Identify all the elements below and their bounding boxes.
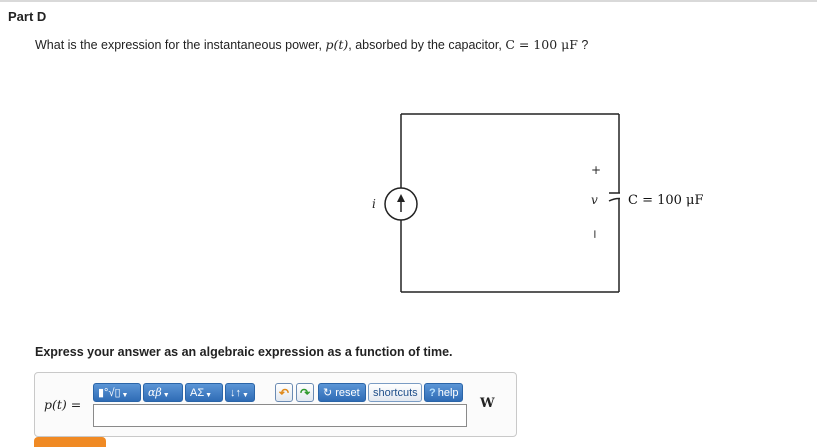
question-capacitance: C = 100 μF: [505, 37, 578, 52]
reset-label: reset: [335, 386, 360, 399]
unit-label: W: [480, 396, 495, 411]
answer-instruction: Express your answer as an algebraic expr…: [35, 345, 453, 359]
undo-button[interactable]: ↶: [275, 383, 293, 402]
greek-letters-button[interactable]: αβ ▼: [143, 383, 183, 402]
shortcuts-label: shortcuts: [373, 386, 418, 399]
answer-input[interactable]: [93, 404, 467, 427]
question-prefix: What is the expression for the instantan…: [35, 38, 322, 52]
help-button[interactable]: ? help: [424, 383, 463, 402]
voltage-label: v: [591, 193, 598, 207]
chevron-down-icon: ▼: [162, 392, 170, 399]
voltage-plus: +: [591, 163, 601, 177]
voltage-minus: −: [588, 229, 602, 239]
help-label: help: [437, 386, 459, 399]
circuit-diagram: i + v −: [372, 113, 620, 293]
question-variable: p(t): [325, 37, 349, 52]
question-suffix: ?: [581, 38, 589, 52]
current-label: i: [372, 197, 376, 211]
help-icon: ?: [429, 386, 436, 399]
chevron-down-icon: ▼: [242, 392, 249, 399]
templates-icon: ▮°√▯: [98, 387, 121, 399]
part-title: Part D: [8, 9, 47, 24]
question-middle: , absorbed by the capacitor,: [348, 38, 502, 52]
chevron-down-icon: ▼: [205, 392, 213, 399]
question-text: What is the expression for the instantan…: [35, 37, 588, 52]
answer-box: p(t) = ▮°√▯ ▼ αβ ▼ ΑΣ ▼ ↓↑ ▼ ↶ ↷ ↻ reset shor…: [34, 372, 517, 437]
chevron-down-icon: ▼: [121, 392, 129, 399]
symbols-icon: ΑΣ: [190, 386, 205, 399]
redo-icon: ↷: [299, 385, 311, 400]
templates-button[interactable]: ▮°√▯ ▼: [93, 383, 141, 402]
shortcuts-button[interactable]: shortcuts: [368, 383, 422, 402]
arrows-button[interactable]: ↓↑ ▼: [225, 383, 255, 402]
capacitor-label: C = 100 μF: [628, 193, 704, 208]
reset-button[interactable]: ↻ reset: [318, 383, 366, 402]
circuit-wires: [400, 113, 620, 293]
arrows-icon: ↓↑: [230, 386, 241, 399]
submit-button[interactable]: [34, 437, 106, 447]
answer-variable-label: p(t) =: [44, 397, 82, 412]
undo-icon: ↶: [278, 385, 290, 400]
reset-icon: ↻: [323, 387, 333, 399]
symbols-button[interactable]: ΑΣ ▼: [185, 383, 223, 402]
greek-icon: αβ: [148, 386, 162, 399]
redo-button[interactable]: ↷: [296, 383, 314, 402]
top-divider: [0, 0, 817, 2]
